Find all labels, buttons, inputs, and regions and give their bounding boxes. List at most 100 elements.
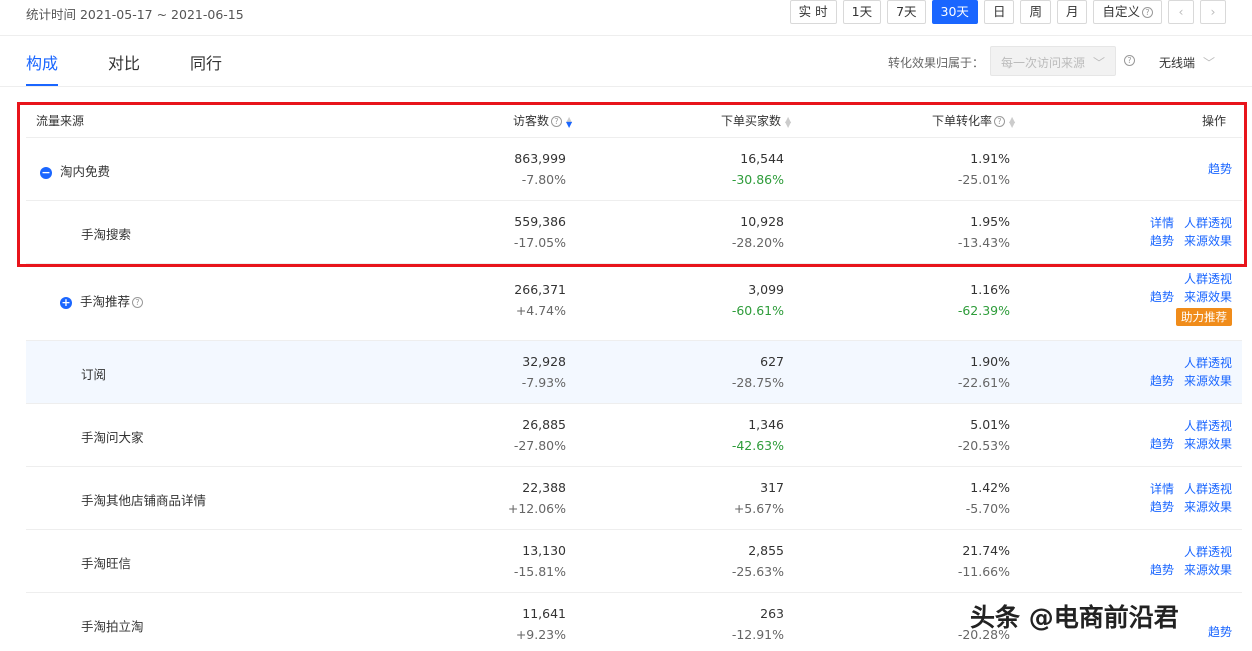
rate-change: -13.43% (957, 235, 1010, 250)
visitors-value: 11,641 (522, 606, 566, 621)
visitors-value: 559,386 (514, 214, 566, 229)
visitors-change: -7.80% (521, 172, 566, 187)
boost-recommend-badge[interactable]: 助力推荐 (1176, 308, 1232, 326)
buyers-cell: 263 -12.91% (732, 603, 784, 645)
source-effect-link[interactable]: 来源效果 (1184, 498, 1232, 516)
attribution-label: 转化效果归属于： (887, 56, 984, 70)
table-row: 手淘旺信 13,130 -15.81% 2,855 -25.63% 21.74% -1… (26, 530, 1242, 593)
tab-composition[interactable]: 构成 (26, 50, 59, 86)
rate-value: 1.91% (970, 151, 1010, 166)
top-bar: 统计时间 2021-05-17 ~ 2021-06-15 实 时 1天 7天 3… (0, 0, 1252, 36)
trend-link[interactable]: 趋势 (1150, 435, 1174, 453)
rate-change: -22.61% (957, 375, 1010, 390)
expand-icon[interactable]: + (60, 296, 72, 309)
buyers-change: -12.91% (731, 627, 784, 642)
trend-link[interactable]: 趋势 (1150, 498, 1174, 516)
rate-change: -62.39% (957, 303, 1010, 318)
buyers-change: -28.20% (731, 235, 784, 250)
audience-link[interactable]: 人群透视 (1184, 480, 1232, 498)
buyers-cell: 2,855 -25.63% (732, 540, 784, 582)
visitors-change: -7.93% (521, 375, 566, 390)
audience-link[interactable]: 人群透视 (1184, 354, 1232, 372)
ops-cell: 详情 人群透视 趋势 来源效果 (1150, 480, 1232, 516)
buyers-value: 10,928 (740, 214, 784, 229)
sort-icon[interactable]: ▲ ▼ (1009, 115, 1015, 128)
collapse-icon[interactable]: − (40, 166, 52, 179)
help-icon: ? (1142, 7, 1153, 18)
source-label: 手淘其他店铺商品详情 (81, 493, 207, 508)
traffic-source-table: 流量来源 访客数? ▲ ▼ 下单买家数 ▲ ▼ 下单转化率? ▲ ▼ 操作 − 淘内免费 86… (26, 100, 1242, 651)
range-30d-button[interactable]: 30天 (931, 0, 978, 24)
range-custom-button[interactable]: 自定义? (1093, 0, 1162, 24)
buyers-change: -30.86% (731, 172, 784, 187)
rate-cell: 5.01% -20.53% (958, 414, 1010, 456)
chevron-down-icon: ﹀ (1203, 56, 1216, 70)
trend-link[interactable]: 趋势 (1208, 625, 1232, 639)
table-row: 手淘问大家 26,885 -27.80% 1,346 -42.63% 5.01% -2… (26, 404, 1242, 467)
tabs-divider (0, 86, 1252, 87)
sort-icon[interactable]: ▲ ▼ (566, 115, 572, 128)
trend-link[interactable]: 趋势 (1150, 372, 1174, 390)
tab-peers[interactable]: 同行 (190, 50, 222, 86)
visitors-cell: 26,885 -27.80% (514, 414, 566, 456)
source-label: 手淘拍立淘 (81, 619, 144, 634)
trend-link[interactable]: 趋势 (1150, 288, 1174, 306)
source-effect-link[interactable]: 来源效果 (1184, 561, 1232, 579)
audience-link[interactable]: 人群透视 (1184, 214, 1232, 232)
col-ops: 操作 (1201, 114, 1226, 128)
buyers-value: 263 (760, 606, 784, 621)
col-buyers[interactable]: 下单买家数 ▲ ▼ (721, 112, 791, 129)
rate-value: 21.74% (962, 543, 1010, 558)
range-month-button[interactable]: 月 (1056, 0, 1088, 24)
sort-icon[interactable]: ▲ ▼ (785, 115, 791, 128)
trend-link[interactable]: 趋势 (1208, 162, 1232, 176)
range-1d-button[interactable]: 1天 (842, 0, 882, 24)
range-buttons: 实 时 1天 7天 30天 日 周 月 自定义? ‹ › (789, 0, 1226, 24)
visitors-value: 22,388 (522, 480, 566, 495)
detail-link[interactable]: 详情 (1150, 480, 1174, 498)
tab-compare[interactable]: 对比 (108, 50, 140, 86)
attribution-select[interactable]: 每一次访问来源 ﹀ (990, 46, 1116, 76)
visitors-cell: 11,641 +9.23% (516, 603, 566, 645)
buyers-cell: 627 -28.75% (732, 351, 784, 393)
range-7d-button[interactable]: 7天 (887, 0, 926, 24)
trend-link[interactable]: 趋势 (1150, 232, 1174, 250)
range-day-button[interactable]: 日 (983, 0, 1015, 24)
buyers-change: -28.75% (731, 375, 784, 390)
source-effect-link[interactable]: 来源效果 (1184, 435, 1232, 453)
source-effect-link[interactable]: 来源效果 (1184, 232, 1232, 250)
device-select[interactable]: 无线端 ﹀ (1159, 54, 1215, 71)
range-realtime-button[interactable]: 实 时 (789, 0, 837, 24)
rate-value: 1.16% (970, 282, 1010, 297)
prev-period-button[interactable]: ‹ (1168, 0, 1194, 24)
view-tabs: 构成 对比 同行 (26, 50, 222, 86)
detail-link[interactable]: 详情 (1150, 214, 1174, 232)
visitors-change: -17.05% (513, 235, 566, 250)
col-rate[interactable]: 下单转化率? ▲ ▼ (932, 112, 1015, 129)
next-period-button[interactable]: › (1200, 0, 1226, 24)
rate-change: -11.66% (957, 564, 1010, 579)
help-icon[interactable]: ? (1124, 55, 1135, 66)
chevron-down-icon: ﹀ (1092, 56, 1105, 70)
table-header: 流量来源 访客数? ▲ ▼ 下单买家数 ▲ ▼ 下单转化率? ▲ ▼ 操作 (26, 100, 1242, 138)
source-label: 手淘搜索 (81, 227, 132, 242)
source-effect-link[interactable]: 来源效果 (1184, 288, 1232, 306)
rate-value: 5.01% (970, 417, 1010, 432)
source-label: 手淘推荐 (80, 294, 131, 309)
buyers-cell: 16,544 -30.86% (732, 148, 784, 190)
audience-link[interactable]: 人群透视 (1184, 417, 1232, 435)
visitors-value: 13,130 (522, 543, 566, 558)
trend-link[interactable]: 趋势 (1150, 561, 1174, 579)
col-visitors[interactable]: 访客数? ▲ ▼ (513, 112, 572, 129)
ops-cell: 人群透视 趋势 来源效果 (1150, 354, 1232, 390)
visitors-value: 266,371 (514, 282, 566, 297)
visitors-cell: 13,130 -15.81% (514, 540, 566, 582)
source-effect-link[interactable]: 来源效果 (1184, 372, 1232, 390)
audience-link[interactable]: 人群透视 (1184, 543, 1232, 561)
rate-cell: 1.42% -5.70% (966, 477, 1010, 519)
range-week-button[interactable]: 周 (1020, 0, 1051, 24)
col-rate-label: 下单转化率 (932, 114, 993, 128)
audience-link[interactable]: 人群透视 (1184, 270, 1232, 288)
col-visitors-label: 访客数 (513, 114, 550, 128)
source-label: 淘内免费 (60, 164, 111, 179)
